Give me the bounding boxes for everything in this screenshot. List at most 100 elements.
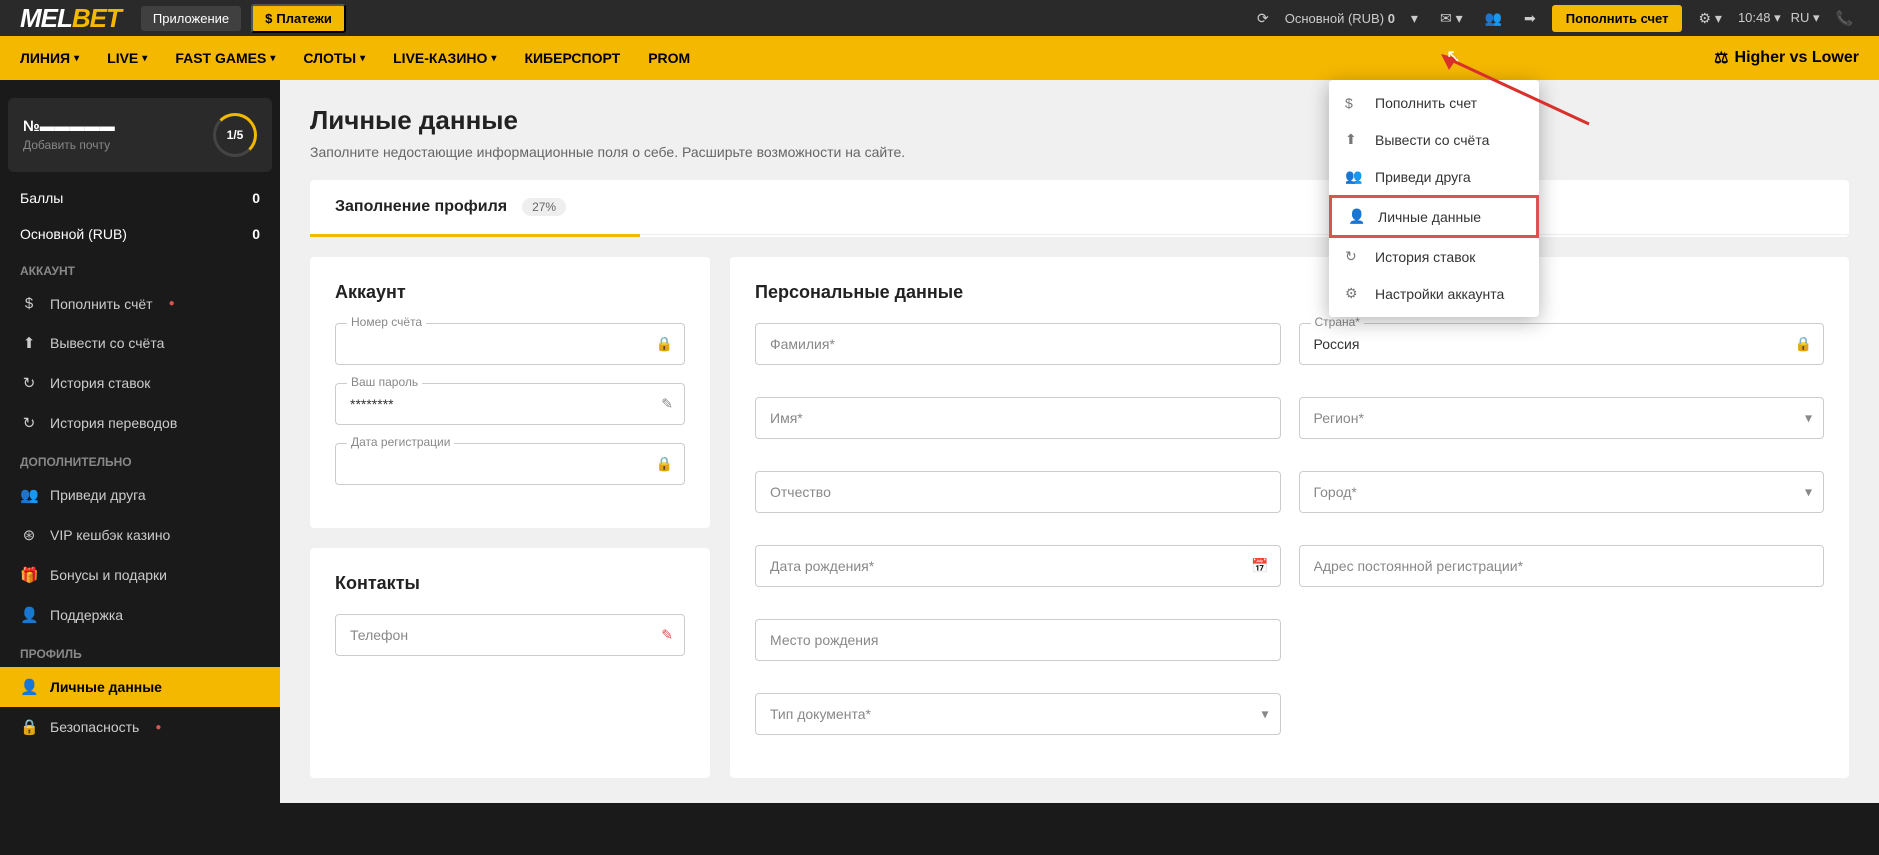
- nav-higher-lower[interactable]: ⚖ Higher vs Lower: [1714, 48, 1859, 68]
- refresh-icon[interactable]: ⟳: [1251, 10, 1275, 27]
- user-icon: 👤: [20, 678, 38, 696]
- nav-esports[interactable]: КИБЕРСПОРТ: [524, 50, 620, 66]
- app-button[interactable]: Приложение: [141, 6, 241, 31]
- payments-button[interactable]: $ Платежи: [251, 4, 346, 33]
- account-number-label: Номер счёта: [347, 315, 426, 329]
- content: Личные данные Заполните недостающие инфо…: [280, 80, 1879, 803]
- password-input[interactable]: [335, 383, 685, 425]
- nav-promo[interactable]: PROM: [648, 50, 690, 66]
- lock-icon: 🔒: [1795, 336, 1812, 353]
- gift-icon: 🎁: [20, 566, 38, 584]
- logo[interactable]: MELBET: [20, 3, 121, 34]
- history-icon: ↻: [1345, 248, 1363, 265]
- chevron-down-icon: ▾: [1805, 410, 1812, 427]
- name-input[interactable]: [755, 397, 1281, 439]
- nav-live[interactable]: LIVE ▾: [107, 50, 147, 66]
- user-dropdown: $Пополнить счет ⬆Вывести со счёта 👥Приве…: [1329, 80, 1539, 317]
- gear-icon[interactable]: ⚙ ▾: [1692, 10, 1727, 27]
- account-card-title: Аккаунт: [335, 282, 685, 303]
- account-number-input: [335, 323, 685, 365]
- password-label: Ваш пароль: [347, 375, 422, 389]
- birthdate-input[interactable]: [755, 545, 1281, 587]
- edit-icon[interactable]: ✎: [661, 396, 673, 413]
- section-profile: ПРОФИЛЬ: [0, 635, 280, 667]
- history-icon: ↻: [20, 374, 38, 392]
- nav-livecasino[interactable]: LIVE-КАЗИНО ▾: [393, 50, 496, 66]
- birthplace-input[interactable]: [755, 619, 1281, 661]
- phone-input[interactable]: [335, 614, 685, 656]
- dropdown-settings[interactable]: ⚙Настройки аккаунта: [1329, 275, 1539, 312]
- city-select[interactable]: [1299, 471, 1825, 513]
- doctype-select[interactable]: [755, 693, 1281, 735]
- upload-icon: ⬆: [20, 334, 38, 352]
- sidebar-transfer-history[interactable]: ↻История переводов: [0, 403, 280, 443]
- dropdown-refer[interactable]: 👥Приведи друга: [1329, 158, 1539, 195]
- section-account: АККАУНТ: [0, 252, 280, 284]
- dollar-icon: $: [1345, 95, 1363, 111]
- tab-profile-completion[interactable]: Заполнение профиля: [335, 198, 507, 216]
- user-add-icon[interactable]: 👥: [1479, 10, 1508, 27]
- dropdown-personal[interactable]: 👤Личные данные: [1329, 195, 1539, 238]
- edit-icon[interactable]: ✎: [661, 627, 673, 644]
- country-input: [1299, 323, 1825, 365]
- users-icon: 👥: [20, 486, 38, 504]
- tab-card: Заполнение профиля 27%: [310, 180, 1849, 237]
- sidebar: №▬▬▬▬▬ Добавить почту 1/5 Баллы0 Основно…: [0, 80, 280, 803]
- page-subtitle: Заполните недостающие информационные пол…: [310, 144, 1849, 160]
- sidebar-deposit[interactable]: $Пополнить счёт●: [0, 284, 280, 323]
- users-icon: 👥: [1345, 168, 1363, 185]
- balance-row-points: Баллы0: [0, 180, 280, 216]
- mail-icon[interactable]: ✉ ▾: [1434, 10, 1469, 27]
- clock-label: 10:48 ▾: [1738, 10, 1781, 26]
- chevron-down-icon: ▾: [270, 53, 275, 64]
- patronymic-input[interactable]: [755, 471, 1281, 513]
- user-box[interactable]: №▬▬▬▬▬ Добавить почту 1/5: [8, 98, 272, 172]
- history-icon: ↻: [20, 414, 38, 432]
- sidebar-withdraw[interactable]: ⬆Вывести со счёта: [0, 323, 280, 363]
- sidebar-security[interactable]: 🔒Безопасность●: [0, 707, 280, 747]
- chevron-down-icon[interactable]: ▾: [1405, 10, 1424, 27]
- progress-ring: 1/5: [213, 113, 257, 157]
- sidebar-vip[interactable]: ⊛VIP кешбэк казино: [0, 515, 280, 555]
- address-input[interactable]: [1299, 545, 1825, 587]
- regdate-label: Дата регистрации: [347, 435, 454, 449]
- lock-icon: 🔒: [656, 456, 673, 473]
- balance-row-main: Основной (RUB)0: [0, 216, 280, 252]
- nav-fastgames[interactable]: FAST GAMES ▾: [175, 50, 275, 66]
- region-select[interactable]: [1299, 397, 1825, 439]
- gear-icon: ⚙: [1345, 285, 1363, 302]
- nav-line[interactable]: ЛИНИЯ ▾: [20, 50, 79, 66]
- sidebar-support[interactable]: 👤Поддержка: [0, 595, 280, 635]
- sidebar-personal[interactable]: 👤Личные данные: [0, 667, 280, 707]
- regdate-input: [335, 443, 685, 485]
- deposit-button[interactable]: Пополнить счет: [1552, 5, 1683, 32]
- dropdown-history[interactable]: ↻История ставок: [1329, 238, 1539, 275]
- chevron-down-icon: ▾: [491, 53, 496, 64]
- sidebar-refer[interactable]: 👥Приведи друга: [0, 475, 280, 515]
- logout-icon[interactable]: ➡: [1518, 10, 1542, 27]
- sidebar-bet-history[interactable]: ↻История ставок: [0, 363, 280, 403]
- add-email-link[interactable]: Добавить почту: [23, 138, 115, 152]
- balance-label[interactable]: Основной (RUB) 0: [1285, 11, 1395, 26]
- lock-icon: 🔒: [656, 336, 673, 353]
- warning-icon: ●: [169, 298, 175, 309]
- lock-icon: 🔒: [20, 718, 38, 736]
- personal-card: Персональные данные Страна* 🔒 ▾ ▾ 📅: [730, 257, 1849, 778]
- sidebar-bonuses[interactable]: 🎁Бонусы и подарки: [0, 555, 280, 595]
- user-id: №▬▬▬▬▬: [23, 118, 115, 135]
- warning-icon: ●: [155, 722, 161, 733]
- calendar-icon[interactable]: 📅: [1251, 558, 1268, 575]
- chevron-down-icon: ▾: [360, 53, 365, 64]
- chevron-down-icon: ▾: [1805, 484, 1812, 501]
- nav-slots[interactable]: СЛОТЫ ▾: [303, 50, 365, 66]
- surname-input[interactable]: [755, 323, 1281, 365]
- chevron-down-icon: ▾: [142, 53, 147, 64]
- tab-underline: [310, 234, 640, 237]
- lang-selector[interactable]: RU ▾: [1791, 10, 1820, 26]
- phone-icon[interactable]: 📞: [1830, 10, 1859, 27]
- account-card: Аккаунт Номер счёта 🔒 Ваш пароль ✎ Дата …: [310, 257, 710, 528]
- dropdown-deposit[interactable]: $Пополнить счет: [1329, 85, 1539, 121]
- upload-icon: ⬆: [1345, 131, 1363, 148]
- dropdown-withdraw[interactable]: ⬆Вывести со счёта: [1329, 121, 1539, 158]
- chevron-down-icon: ▾: [1261, 706, 1268, 723]
